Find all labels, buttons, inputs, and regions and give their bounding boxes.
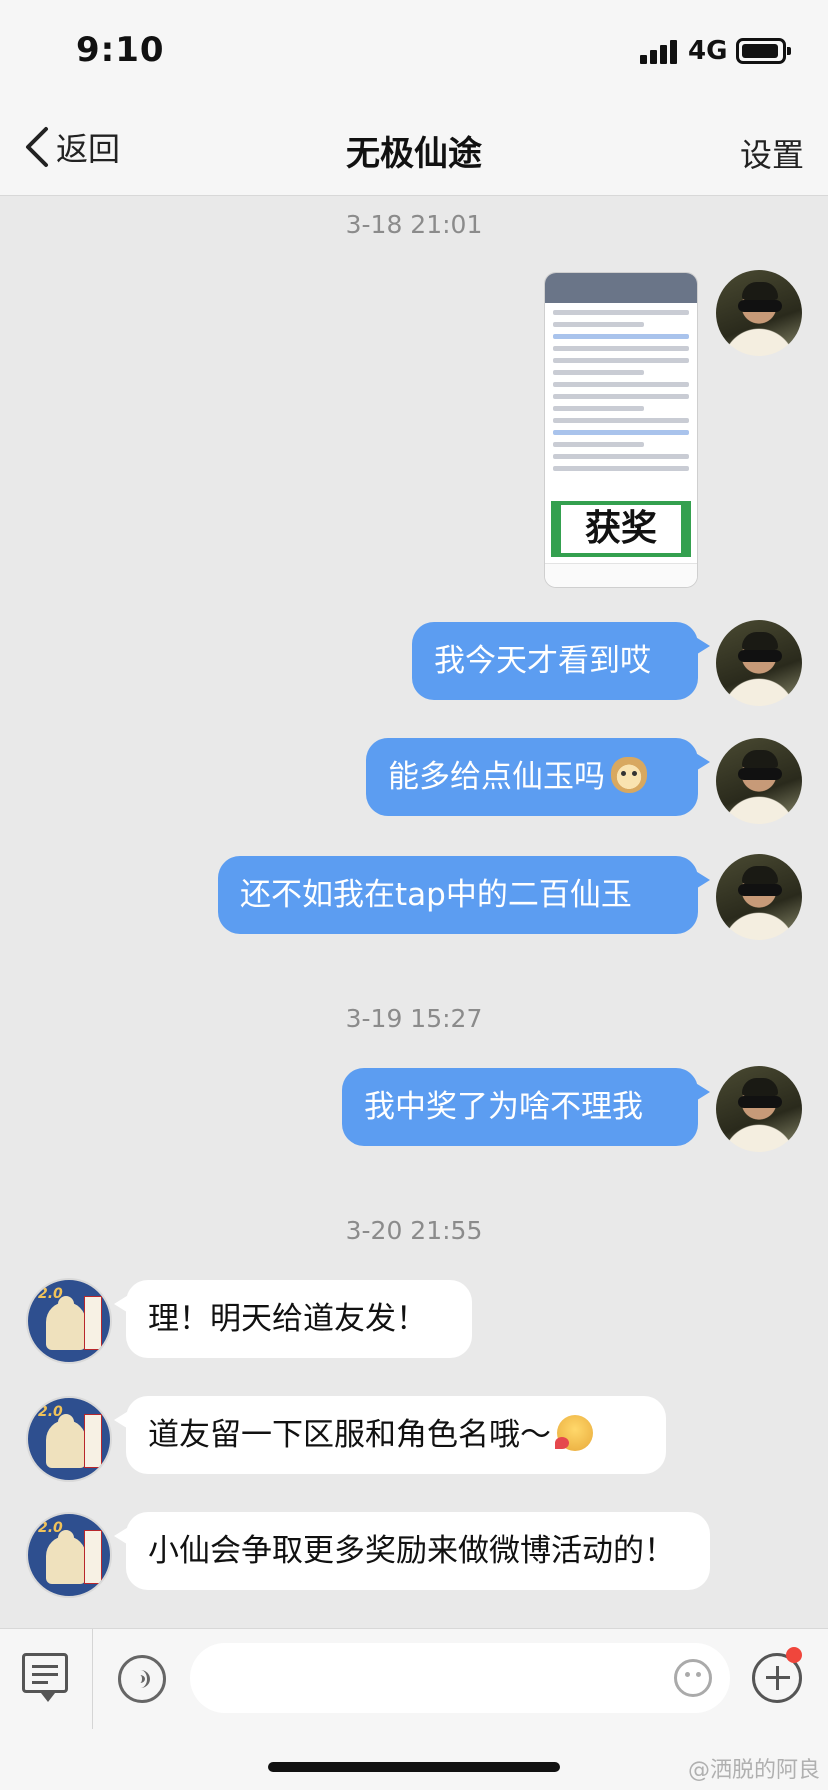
emoji-icon[interactable] <box>674 1659 712 1697</box>
message-text: 能多给点仙玉吗 <box>388 759 605 795</box>
network-type: 4G <box>688 36 728 66</box>
avatar-seal <box>84 1414 102 1468</box>
message-text: 我今天才看到哎 <box>434 643 651 679</box>
message-bubble-incoming[interactable]: 道友留一下区服和角色名哦～ <box>114 1396 666 1474</box>
official-avatar[interactable]: 2.0 <box>26 1278 112 1364</box>
message-bubble-outgoing[interactable]: 我今天才看到哎 <box>412 622 710 700</box>
message-bubble-incoming[interactable]: 理！明天给道友发！ <box>114 1280 472 1358</box>
my-avatar[interactable] <box>716 620 802 706</box>
message-input[interactable] <box>190 1643 730 1713</box>
avatar-figure <box>46 1296 86 1350</box>
shy-emoji-icon <box>555 1415 593 1451</box>
shared-image-footer <box>545 563 697 587</box>
avatar-figure <box>46 1414 86 1468</box>
my-avatar[interactable] <box>716 738 802 824</box>
signal-icon <box>640 40 678 64</box>
settings-button[interactable]: 设置 <box>740 130 804 176</box>
message-bubble-outgoing[interactable]: 我中奖了为啥不理我 <box>342 1068 710 1146</box>
status-bar: 9:10 4G <box>0 0 828 100</box>
official-avatar[interactable]: 2.0 <box>26 1396 112 1482</box>
chat-title: 无极仙途 <box>346 134 482 174</box>
doge-emoji-icon <box>611 757 647 793</box>
message-text: 小仙会争取更多奖励来做微博活动的！ <box>148 1533 675 1569</box>
avatar-seal <box>84 1296 102 1350</box>
home-indicator[interactable] <box>268 1762 560 1772</box>
shared-image-message[interactable]: 获奖 <box>544 272 698 588</box>
nav-bar: 返回 无极仙途 设置 <box>0 100 828 196</box>
notification-dot <box>786 1647 802 1663</box>
timestamp: 3-19 15:27 <box>345 1004 483 1033</box>
message-text: 理！明天给道友发！ <box>148 1301 427 1337</box>
divider <box>92 1629 93 1729</box>
message-text: 道友留一下区服和角色名哦～ <box>148 1417 551 1453</box>
voice-icon[interactable] <box>118 1655 166 1703</box>
menu-icon[interactable] <box>22 1653 68 1702</box>
award-banner: 获奖 <box>551 501 691 557</box>
my-avatar[interactable] <box>716 1066 802 1152</box>
status-time: 9:10 <box>76 30 165 70</box>
message-text: 还不如我在tap中的二百仙玉 <box>240 877 632 913</box>
my-avatar[interactable] <box>716 854 802 940</box>
message-bubble-incoming[interactable]: 小仙会争取更多奖励来做微博活动的！ <box>114 1512 710 1590</box>
official-avatar[interactable]: 2.0 <box>26 1512 112 1598</box>
timestamp: 3-20 21:55 <box>345 1216 483 1245</box>
timestamp: 3-18 21:01 <box>345 210 483 239</box>
battery-icon <box>736 38 791 64</box>
message-text: 我中奖了为啥不理我 <box>364 1089 643 1125</box>
avatar-seal <box>84 1530 102 1584</box>
message-bubble-outgoing[interactable]: 还不如我在tap中的二百仙玉 <box>218 856 710 934</box>
my-avatar[interactable] <box>716 270 802 356</box>
shared-image-header <box>545 273 697 303</box>
message-bubble-outgoing[interactable]: 能多给点仙玉吗 <box>366 738 710 816</box>
award-text: 获奖 <box>561 505 681 553</box>
watermark: @洒脱的阿良 <box>687 1758 820 1783</box>
avatar-figure <box>46 1530 86 1584</box>
